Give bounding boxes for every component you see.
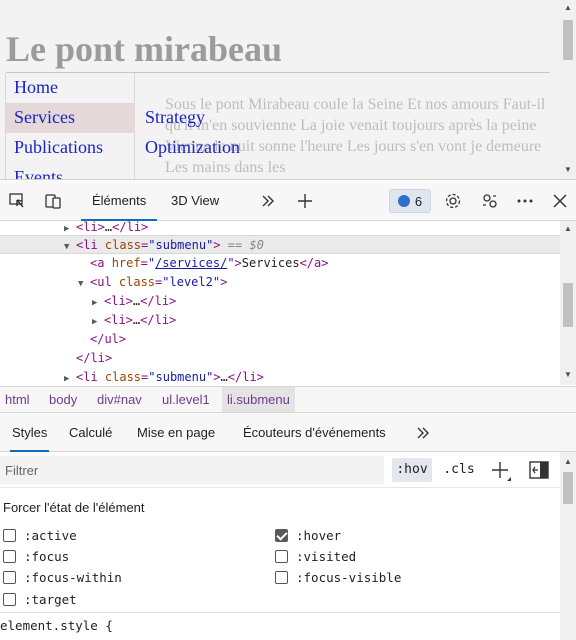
more-tabs-icon[interactable] bbox=[416, 426, 430, 443]
dom-href-link[interactable]: /services/ bbox=[155, 256, 227, 270]
scroll-down-arrow-icon[interactable]: ▼ bbox=[564, 166, 572, 174]
tab-3d-view[interactable]: 3D View bbox=[160, 181, 230, 221]
state-focus-visible-option[interactable]: :focus-visible bbox=[275, 568, 401, 586]
issues-badge[interactable]: 6 bbox=[389, 189, 431, 213]
scrollbar-thumb[interactable] bbox=[563, 20, 573, 60]
force-state-title: Forcer l'état de l'élément bbox=[3, 500, 145, 515]
dom-node[interactable]: ▶ <li>…</li> bbox=[0, 292, 560, 311]
state-focus-checkbox[interactable] bbox=[3, 549, 16, 563]
connect-icon[interactable] bbox=[478, 189, 502, 213]
tab-styles[interactable]: Styles bbox=[10, 414, 50, 452]
add-tab-icon[interactable] bbox=[293, 189, 317, 213]
scroll-up-arrow-icon[interactable]: ▲ bbox=[564, 225, 572, 233]
dom-node[interactable]: <a href="/services/">Services</a> bbox=[0, 254, 560, 273]
devtools-toolbar: Éléments 3D View 6 bbox=[0, 181, 576, 221]
dom-node-selected[interactable]: ▼ <li class="submenu"> == $0 bbox=[0, 235, 560, 254]
state-active-option[interactable]: :active bbox=[3, 526, 77, 544]
tab-event-listeners[interactable]: Écouteurs d'événements bbox=[241, 414, 388, 452]
state-hover-checkbox[interactable] bbox=[275, 528, 288, 542]
styles-pane-tabs: Styles Calculé Mise en page Écouteurs d'… bbox=[0, 414, 576, 452]
tab-elements[interactable]: Éléments bbox=[81, 181, 158, 221]
scrollbar-thumb[interactable] bbox=[563, 283, 573, 327]
more-tabs-icon[interactable] bbox=[256, 189, 280, 213]
state-target-option[interactable]: :target bbox=[3, 590, 77, 608]
scrollbar-thumb[interactable] bbox=[563, 472, 573, 504]
cls-toggle-button[interactable]: .cls bbox=[441, 458, 477, 482]
state-focus-within-checkbox[interactable] bbox=[3, 570, 16, 584]
breadcrumb-div-nav[interactable]: div#nav bbox=[92, 387, 147, 412]
nav-link-events[interactable]: Events bbox=[14, 167, 63, 179]
breadcrumb-html[interactable]: html bbox=[0, 387, 35, 412]
dom-tree: ▶ <li>…</li> ▼ <li class="submenu"> == $0 … bbox=[0, 221, 576, 385]
filter-input[interactable] bbox=[0, 456, 384, 484]
expand-triangle-icon[interactable]: ▶ bbox=[64, 370, 76, 385]
nav-link-publications[interactable]: Publications bbox=[14, 137, 103, 158]
new-style-rule-icon[interactable] bbox=[490, 460, 512, 487]
nav-menu: Home Services Publications Events bbox=[5, 73, 135, 179]
scroll-up-arrow-icon[interactable]: ▲ bbox=[564, 4, 572, 12]
state-target-checkbox[interactable] bbox=[3, 592, 16, 606]
state-focus-option[interactable]: :focus bbox=[3, 547, 69, 565]
nav-link-services[interactable]: Services bbox=[14, 107, 75, 128]
subnav-link-optimization[interactable]: Optimization bbox=[145, 137, 240, 158]
breadcrumb-ul-level1[interactable]: ul.level1 bbox=[157, 387, 215, 412]
breadcrumb: html body div#nav ul.level1 li.submenu bbox=[0, 386, 576, 413]
state-focus-visible-checkbox[interactable] bbox=[275, 570, 288, 584]
viewport-scrollbar[interactable]: ▲ ▼ bbox=[560, 0, 576, 179]
dom-node[interactable]: ▶ <li class="submenu">…</li> bbox=[0, 368, 560, 385]
tab-layout[interactable]: Mise en page bbox=[135, 414, 217, 452]
issues-count: 6 bbox=[414, 193, 423, 209]
issues-icon bbox=[397, 195, 410, 207]
breadcrumb-body[interactable]: body bbox=[44, 387, 82, 412]
scroll-up-arrow-icon[interactable]: ▲ bbox=[564, 458, 572, 466]
breadcrumb-li-submenu[interactable]: li.submenu bbox=[222, 387, 295, 412]
scroll-down-arrow-icon[interactable]: ▼ bbox=[564, 371, 572, 379]
close-icon[interactable] bbox=[548, 189, 572, 213]
poem-text: Sous le pont Mirabeau coule la Seine Et … bbox=[165, 96, 546, 176]
element-style-rule[interactable]: element.style { bbox=[0, 612, 560, 640]
device-toggle-icon[interactable] bbox=[41, 189, 65, 213]
state-hover-option[interactable]: :hover bbox=[275, 526, 341, 544]
hov-toggle-button[interactable]: :hov bbox=[392, 458, 432, 482]
tab-computed[interactable]: Calculé bbox=[67, 414, 114, 452]
styles-scrollbar[interactable]: ▲ bbox=[560, 452, 576, 640]
state-focus-within-option[interactable]: :focus-within bbox=[3, 568, 122, 586]
dom-node[interactable]: ▼ <ul class="level2"> bbox=[0, 273, 560, 292]
state-active-checkbox[interactable] bbox=[3, 528, 16, 542]
state-visited-checkbox[interactable] bbox=[275, 549, 288, 563]
inspect-icon[interactable] bbox=[5, 189, 29, 213]
dom-node[interactable]: </ul> bbox=[0, 330, 560, 349]
subnav-link-strategy[interactable]: Strategy bbox=[145, 107, 205, 128]
dom-node[interactable]: </li> bbox=[0, 349, 560, 368]
more-menu-icon[interactable] bbox=[513, 189, 537, 213]
state-visited-option[interactable]: :visited bbox=[275, 547, 356, 565]
filter-bar: :hov .cls bbox=[0, 452, 560, 488]
dom-node[interactable]: ▶ <li>…</li> bbox=[0, 311, 560, 330]
page-title: Le pont mirabeau bbox=[6, 29, 283, 69]
dom-scrollbar[interactable]: ▲ ▼ bbox=[560, 221, 576, 385]
nav-link-home[interactable]: Home bbox=[14, 77, 58, 98]
page-viewport: Le pont mirabeau Home Services Publicati… bbox=[0, 0, 576, 180]
toggle-sidebar-icon[interactable] bbox=[529, 461, 549, 484]
settings-icon[interactable] bbox=[441, 189, 465, 213]
